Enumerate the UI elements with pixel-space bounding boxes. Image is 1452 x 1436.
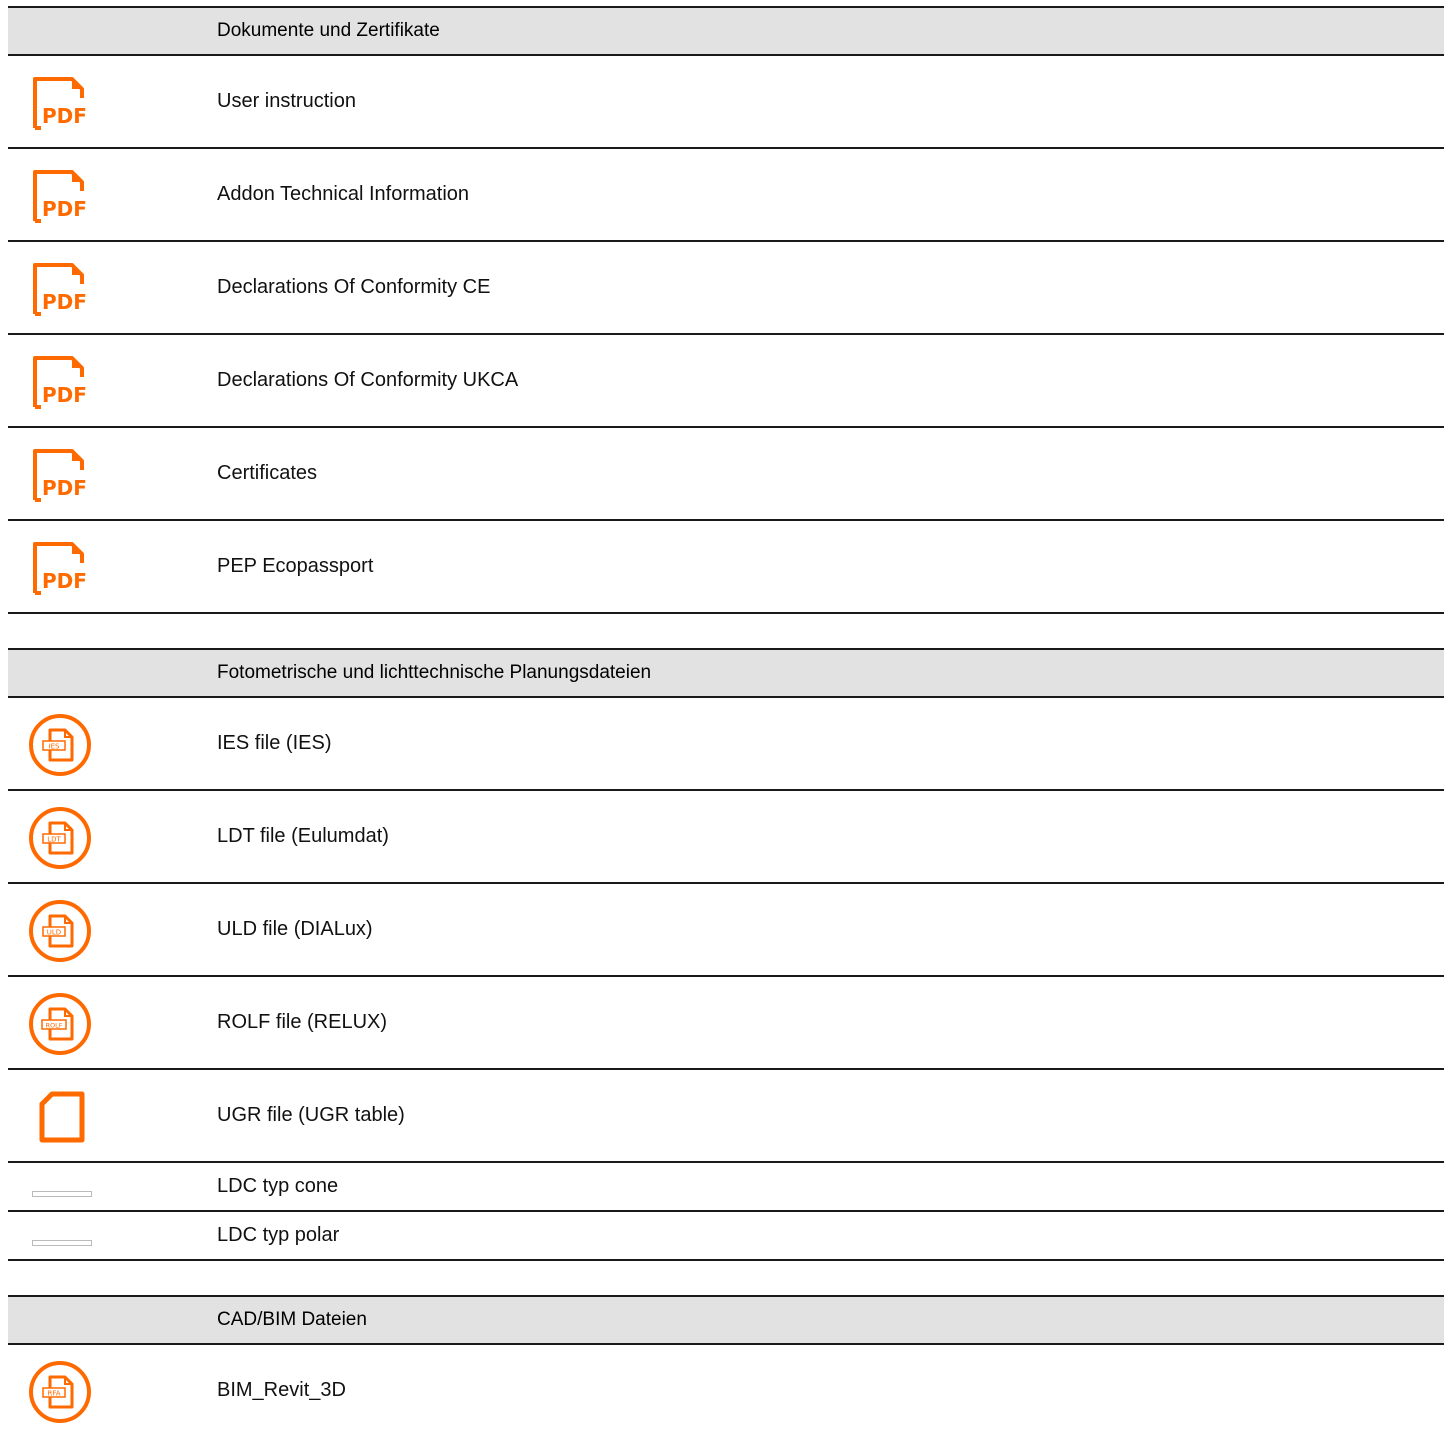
pdf-icon[interactable]: PDF <box>32 262 94 318</box>
download-label[interactable]: ULD file (DIALux) <box>217 918 373 941</box>
download-row-ies-file[interactable]: IES IES file (IES) <box>8 698 1444 791</box>
section-documents-certificates: Dokumente und Zertifikate PDF User instr… <box>8 6 1444 614</box>
ies-file-icon[interactable]: IES <box>28 713 92 777</box>
svg-text:LDT: LDT <box>47 836 61 844</box>
section-header: Dokumente und Zertifikate <box>8 6 1444 56</box>
svg-text:PDF: PDF <box>42 197 87 221</box>
rolf-file-icon[interactable]: ROLF <box>28 992 92 1056</box>
svg-text:IES: IES <box>49 743 60 751</box>
pdf-icon[interactable]: PDF <box>32 76 94 132</box>
download-row-certificates[interactable]: PDF Certificates <box>8 428 1444 521</box>
section-header: Fotometrische und lichttechnische Planun… <box>8 648 1444 698</box>
svg-text:PDF: PDF <box>42 383 87 407</box>
download-row-declarations-ce[interactable]: PDF Declarations Of Conformity CE <box>8 242 1444 335</box>
download-label[interactable]: Declarations Of Conformity CE <box>217 276 490 299</box>
download-row-ldt-file[interactable]: LDT LDT file (Eulumdat) <box>8 791 1444 884</box>
download-label[interactable]: LDC typ cone <box>217 1175 338 1198</box>
download-row-bim-revit-3d[interactable]: RFA BIM_Revit_3D <box>8 1345 1444 1436</box>
download-row-ugr-file[interactable]: UGR file (UGR table) <box>8 1070 1444 1163</box>
image-placeholder-icon <box>32 1233 92 1246</box>
section-title: Dokumente und Zertifikate <box>217 20 440 41</box>
download-row-ldc-cone[interactable]: LDC typ cone <box>8 1163 1444 1212</box>
download-row-rolf-file[interactable]: ROLF ROLF file (RELUX) <box>8 977 1444 1070</box>
download-row-ldc-polar[interactable]: LDC typ polar <box>8 1212 1444 1261</box>
download-label[interactable]: BIM_Revit_3D <box>217 1379 346 1402</box>
download-label[interactable]: Declarations Of Conformity UKCA <box>217 369 518 392</box>
svg-text:PDF: PDF <box>42 476 87 500</box>
rfa-file-icon[interactable]: RFA <box>28 1360 92 1424</box>
section-header: CAD/BIM Dateien <box>8 1295 1444 1345</box>
svg-text:PDF: PDF <box>42 290 87 314</box>
svg-text:ULD: ULD <box>47 929 61 937</box>
download-row-pep-ecopassport[interactable]: PDF PEP Ecopassport <box>8 521 1444 614</box>
downloads-page: Dokumente und Zertifikate PDF User instr… <box>8 6 1444 1436</box>
pdf-icon[interactable]: PDF <box>32 541 94 597</box>
svg-text:PDF: PDF <box>42 104 87 128</box>
download-label[interactable]: PEP Ecopassport <box>217 555 373 578</box>
download-label[interactable]: IES file (IES) <box>217 732 331 755</box>
ldt-file-icon[interactable]: LDT <box>28 806 92 870</box>
svg-text:RFA: RFA <box>47 1390 60 1398</box>
download-label[interactable]: LDT file (Eulumdat) <box>217 825 389 848</box>
download-label[interactable]: UGR file (UGR table) <box>217 1104 405 1127</box>
section-title: CAD/BIM Dateien <box>217 1309 367 1330</box>
download-row-user-instruction[interactable]: PDF User instruction <box>8 56 1444 149</box>
uld-file-icon[interactable]: ULD <box>28 899 92 963</box>
pdf-icon[interactable]: PDF <box>32 355 94 411</box>
download-label[interactable]: Certificates <box>217 462 317 485</box>
download-row-declarations-ukca[interactable]: PDF Declarations Of Conformity UKCA <box>8 335 1444 428</box>
svg-text:ROLF: ROLF <box>46 1022 63 1030</box>
download-label[interactable]: LDC typ polar <box>217 1224 339 1247</box>
section-title: Fotometrische und lichttechnische Planun… <box>217 662 652 683</box>
image-placeholder-icon <box>32 1184 92 1197</box>
download-label[interactable]: ROLF file (RELUX) <box>217 1011 387 1034</box>
download-row-uld-file[interactable]: ULD ULD file (DIALux) <box>8 884 1444 977</box>
pdf-icon[interactable]: PDF <box>32 448 94 504</box>
download-label[interactable]: Addon Technical Information <box>217 183 469 206</box>
pdf-icon[interactable]: PDF <box>32 169 94 225</box>
section-cad-bim: CAD/BIM Dateien RFA BIM_Revit_3D <box>8 1295 1444 1436</box>
svg-text:PDF: PDF <box>42 569 87 593</box>
download-label[interactable]: User instruction <box>217 90 356 113</box>
download-row-addon-technical-information[interactable]: PDF Addon Technical Information <box>8 149 1444 242</box>
section-photometric-files: Fotometrische und lichttechnische Planun… <box>8 648 1444 1261</box>
blank-file-icon[interactable] <box>38 1090 88 1144</box>
